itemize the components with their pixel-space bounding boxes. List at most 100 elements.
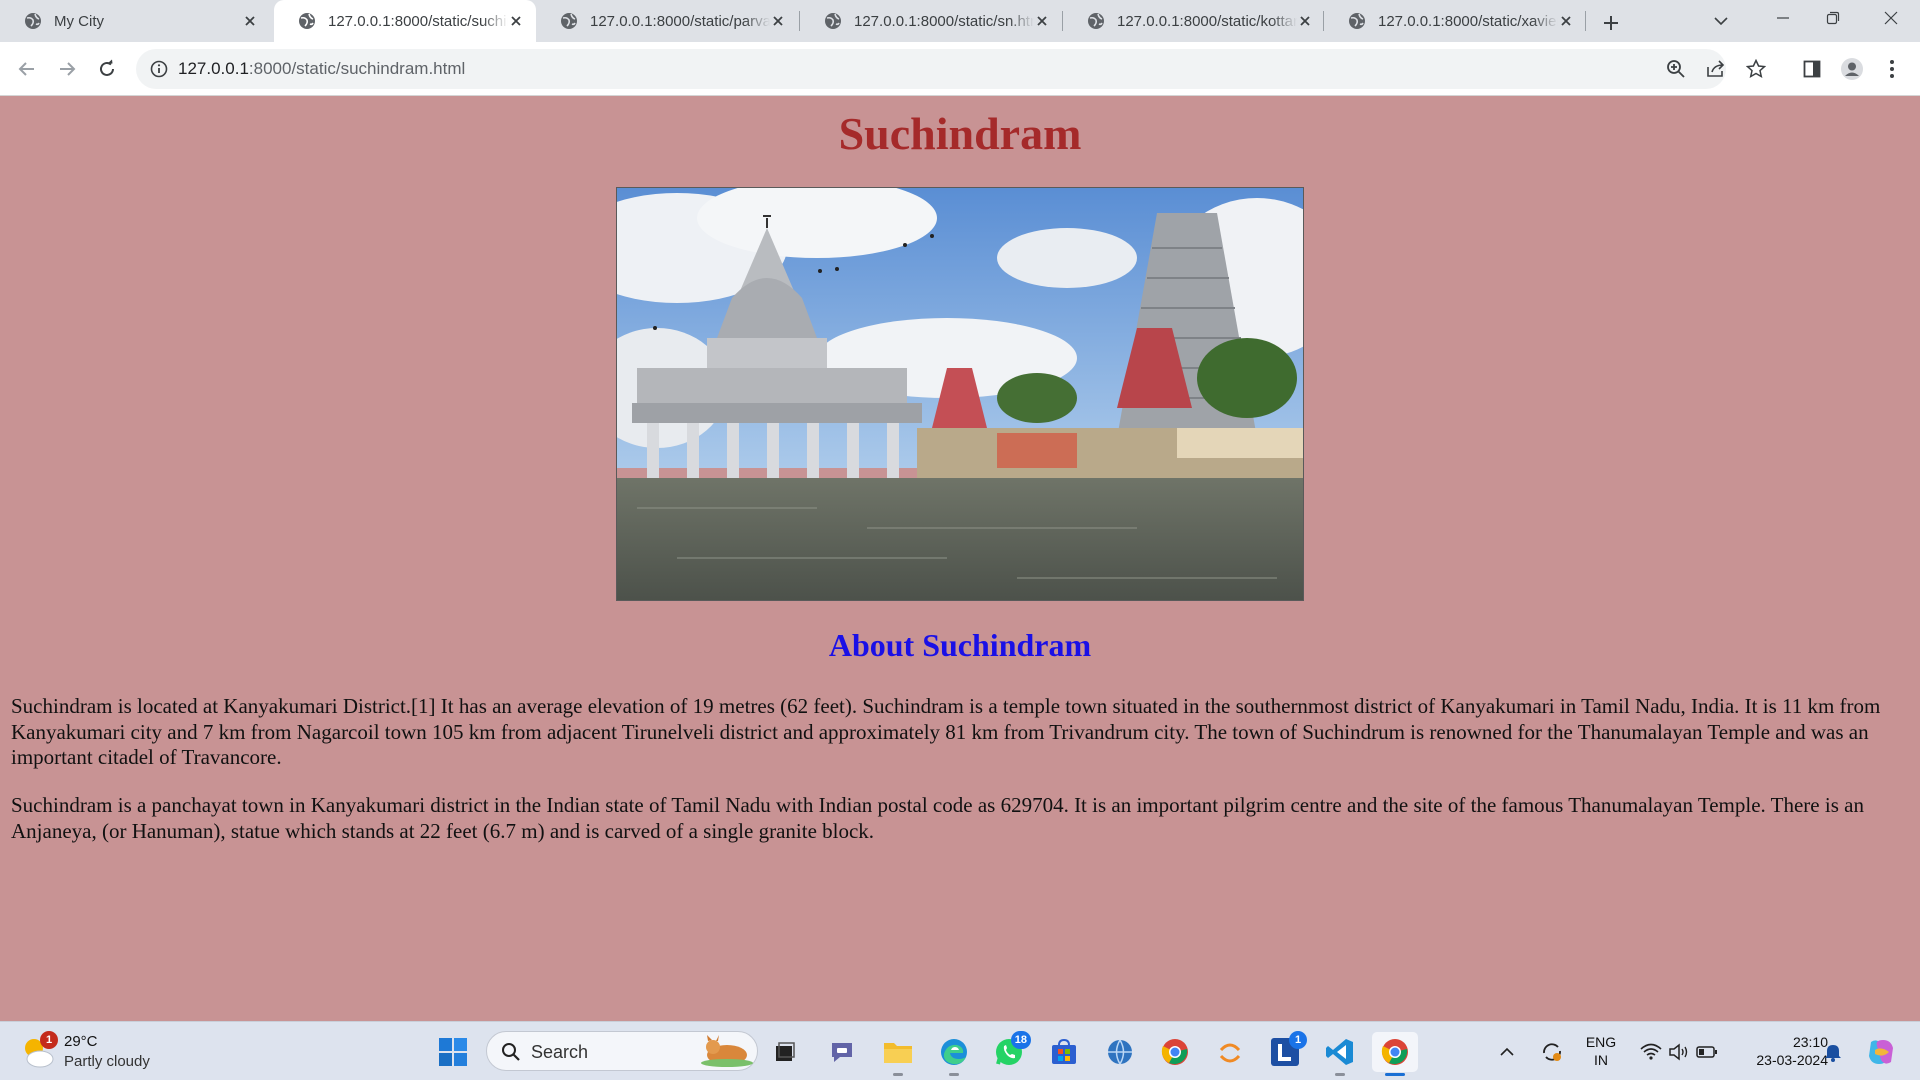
battery-icon xyxy=(1696,1046,1717,1058)
zoom-icon[interactable] xyxy=(1666,59,1686,79)
tab-separator xyxy=(1585,11,1586,31)
tab-sn[interactable]: 127.0.0.1:8000/static/sn.html xyxy=(800,0,1062,42)
sync-icon xyxy=(1219,1043,1241,1063)
new-tab-button[interactable] xyxy=(1596,8,1626,38)
file-explorer-button[interactable] xyxy=(878,1032,918,1076)
l-app-button[interactable]: 1 xyxy=(1265,1031,1307,1072)
tab-title: 127.0.0.1:8000/static/xavier.html xyxy=(1378,12,1558,30)
forward-button[interactable] xyxy=(51,53,83,85)
reload-button[interactable] xyxy=(91,53,123,85)
tab-suchindram[interactable]: 127.0.0.1:8000/static/suchindram.html xyxy=(274,0,536,42)
tab-title: 127.0.0.1:8000/static/kottar.html xyxy=(1117,12,1297,30)
task-view-button[interactable] xyxy=(765,1032,805,1072)
tab-title: My City xyxy=(54,12,104,30)
paragraph: Suchindram is a panchayat town in Kanyak… xyxy=(11,793,1864,843)
minimize-button[interactable] xyxy=(1760,0,1806,36)
globe-icon xyxy=(561,13,577,29)
globe-icon xyxy=(299,13,315,29)
minimize-icon xyxy=(1777,17,1789,19)
store-button[interactable] xyxy=(1044,1032,1084,1072)
tab-kottar[interactable]: 127.0.0.1:8000/static/kottar.html xyxy=(1063,0,1325,42)
volume-icon xyxy=(1669,1043,1688,1061)
tab-my-city[interactable]: My City xyxy=(0,0,270,42)
tab-search-button[interactable] xyxy=(1706,6,1736,36)
close-icon[interactable] xyxy=(242,13,258,29)
whatsapp-button[interactable]: 18 xyxy=(989,1031,1031,1072)
url-text[interactable]: 127.0.0.1:8000/static/suchindram.html xyxy=(178,59,465,79)
kebab-menu-icon xyxy=(1890,60,1894,78)
wifi-icon xyxy=(1640,1043,1662,1060)
weather-condition: Partly cloudy xyxy=(64,1053,150,1070)
tab-strip: My City 127.0.0.1:8000/static/suchindram… xyxy=(0,0,1920,42)
tab-xavier[interactable]: 127.0.0.1:8000/static/xavier.html xyxy=(1324,0,1586,42)
weather-temperature: 29°C xyxy=(64,1033,98,1050)
folder-icon xyxy=(884,1043,912,1063)
close-icon[interactable] xyxy=(508,13,524,29)
page-title: Suchindram xyxy=(838,108,1082,159)
vscode-button[interactable] xyxy=(1320,1032,1360,1076)
close-icon[interactable] xyxy=(1297,13,1313,29)
onedrive-sync-button[interactable] xyxy=(1535,1032,1569,1072)
running-indicator xyxy=(949,1073,959,1076)
reload-icon xyxy=(100,59,114,76)
close-window-button[interactable] xyxy=(1866,0,1916,36)
active-indicator xyxy=(1385,1073,1405,1076)
chrome-icon xyxy=(1161,1039,1188,1065)
teams-chat-button[interactable] xyxy=(822,1032,862,1072)
share-icon[interactable] xyxy=(1706,59,1726,79)
start-button[interactable] xyxy=(433,1032,473,1072)
plus-icon xyxy=(1604,16,1618,30)
tab-parvathipuram[interactable]: 127.0.0.1:8000/static/parvathipuram.html xyxy=(536,0,798,42)
edge-button[interactable] xyxy=(934,1032,974,1076)
globe-icon xyxy=(25,13,41,29)
chrome-active-button[interactable] xyxy=(1372,1032,1418,1076)
menu-button[interactable] xyxy=(1876,53,1908,85)
globe-network-icon xyxy=(1108,1039,1132,1065)
notification-badge: 1 xyxy=(1289,1031,1307,1049)
store-icon xyxy=(1052,1038,1076,1064)
clock-time: 23:10 xyxy=(1792,1034,1828,1050)
globe-icon xyxy=(1349,13,1365,29)
sync-app-button[interactable] xyxy=(1210,1032,1250,1072)
tab-title: 127.0.0.1:8000/static/sn.html xyxy=(854,12,1034,30)
network-app-button[interactable] xyxy=(1100,1032,1140,1072)
avatar-icon xyxy=(1841,58,1863,80)
copilot-icon xyxy=(1869,1040,1893,1064)
address-bar[interactable]: 127.0.0.1:8000/static/suchindram.html xyxy=(136,49,1766,89)
restore-icon xyxy=(1826,11,1840,25)
temple-photo xyxy=(616,187,1304,601)
taskbar-search[interactable]: Search xyxy=(486,1031,758,1071)
search-label: Search xyxy=(531,1042,589,1062)
close-icon[interactable] xyxy=(1034,13,1050,29)
search-icon xyxy=(502,1043,520,1061)
clock[interactable]: 23:10 23-03-2024 xyxy=(1732,1033,1828,1069)
bell-icon xyxy=(1825,1045,1841,1062)
arrow-left-icon xyxy=(18,62,34,76)
show-hidden-icons-button[interactable] xyxy=(1492,1032,1522,1072)
info-icon[interactable] xyxy=(150,60,168,78)
quick-settings-button[interactable] xyxy=(1634,1032,1724,1072)
paragraph: Suchindram is located at Kanyakumari Dis… xyxy=(11,694,1881,769)
language-indicator[interactable]: ENG IN xyxy=(1578,1033,1624,1069)
weather-alert-badge: 1 xyxy=(40,1031,58,1049)
notification-badge: 18 xyxy=(1010,1031,1031,1049)
temple-image xyxy=(617,188,1303,600)
notifications-button[interactable] xyxy=(1818,1032,1848,1072)
weather-widget[interactable]: 1 29°C Partly cloudy xyxy=(20,1029,180,1075)
copilot-button[interactable] xyxy=(1860,1032,1902,1072)
bookmark-star-icon[interactable] xyxy=(1746,59,1766,79)
windows-taskbar: 1 29°C Partly cloudy Search 18 1 ENG IN … xyxy=(0,1021,1920,1080)
region-code: IN xyxy=(1594,1052,1608,1068)
profile-button[interactable] xyxy=(1836,53,1868,85)
back-button[interactable] xyxy=(11,53,43,85)
restore-button[interactable] xyxy=(1810,0,1856,36)
globe-icon xyxy=(1088,13,1104,29)
running-indicator xyxy=(1335,1073,1345,1076)
page-content: Suchindram About Suchindram Suchindram i… xyxy=(0,97,1920,1021)
clock-date: 23-03-2024 xyxy=(1756,1052,1828,1068)
task-view-icon xyxy=(776,1042,795,1061)
chrome-button[interactable] xyxy=(1155,1032,1195,1072)
close-icon[interactable] xyxy=(1558,13,1574,29)
side-panel-button[interactable] xyxy=(1796,53,1828,85)
close-icon[interactable] xyxy=(770,13,786,29)
